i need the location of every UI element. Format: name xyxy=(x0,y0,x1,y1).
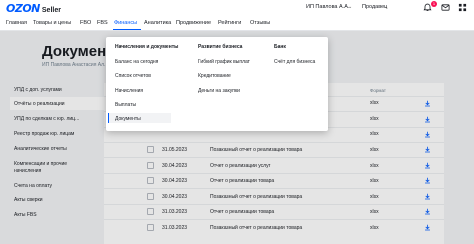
menu-item-payouts[interactable]: Выплаты xyxy=(115,102,136,108)
nav-item-reviews[interactable]: Отзывы xyxy=(250,20,270,26)
nav-item-fbs[interactable]: FBS xyxy=(97,20,108,26)
nav-item-finance[interactable]: Финансы xyxy=(114,20,137,26)
menu-item-documents[interactable]: Документы xyxy=(115,116,141,122)
grid-icon[interactable] xyxy=(458,3,467,12)
active-tab-indicator xyxy=(113,29,141,30)
main-nav: Главная Товары и цены FBO FBS Финансы Ан… xyxy=(0,16,474,31)
logo-sub: Seller xyxy=(41,7,61,14)
menu-item-flexible-payouts[interactable]: Гибкий график выплат xyxy=(198,59,250,65)
ozon-seller-logo[interactable]: OZON Seller xyxy=(6,2,61,15)
nav-item-ratings[interactable]: Рейтинги xyxy=(218,20,241,26)
finance-dropdown-menu: Начисления и документы Баланс на сегодня… xyxy=(106,37,328,131)
nav-item-analytics[interactable]: Аналитика xyxy=(144,20,171,26)
nav-item-products[interactable]: Товары и цены xyxy=(33,20,71,26)
menu-item-business-account[interactable]: Счёт для бизнеса xyxy=(274,59,315,65)
dropdown-heading-business: Развитие бизнеса xyxy=(198,44,243,50)
nav-item-home[interactable]: Главная xyxy=(6,20,27,26)
menu-item-credit[interactable]: Кредитование xyxy=(198,73,231,79)
top-bar: OZON Seller ИП Павлова А.А. ⌄ Продавец ⌄… xyxy=(0,0,474,16)
dropdown-heading-bank: Банк xyxy=(274,44,286,50)
user-name[interactable]: ИП Павлова А.А. xyxy=(306,4,349,10)
mail-icon[interactable] xyxy=(441,3,450,12)
nav-item-fbo[interactable]: FBO xyxy=(80,20,91,26)
chevron-down-icon[interactable]: ⌄ xyxy=(384,4,388,10)
dropdown-heading-documents: Начисления и документы xyxy=(115,44,179,50)
menu-item-report-list[interactable]: Список отчетов xyxy=(115,73,151,79)
menu-item-accruals[interactable]: Начисления xyxy=(115,88,143,94)
nav-item-promotion[interactable]: Продвижение xyxy=(176,20,211,26)
logo-brand: OZON xyxy=(6,2,40,15)
notification-badge: 1 xyxy=(431,1,437,7)
chevron-down-icon[interactable]: ⌄ xyxy=(348,4,352,10)
menu-item-balance[interactable]: Баланс на сегодня xyxy=(115,59,158,65)
menu-item-purchase-money[interactable]: Деньги на закупки xyxy=(198,88,240,94)
